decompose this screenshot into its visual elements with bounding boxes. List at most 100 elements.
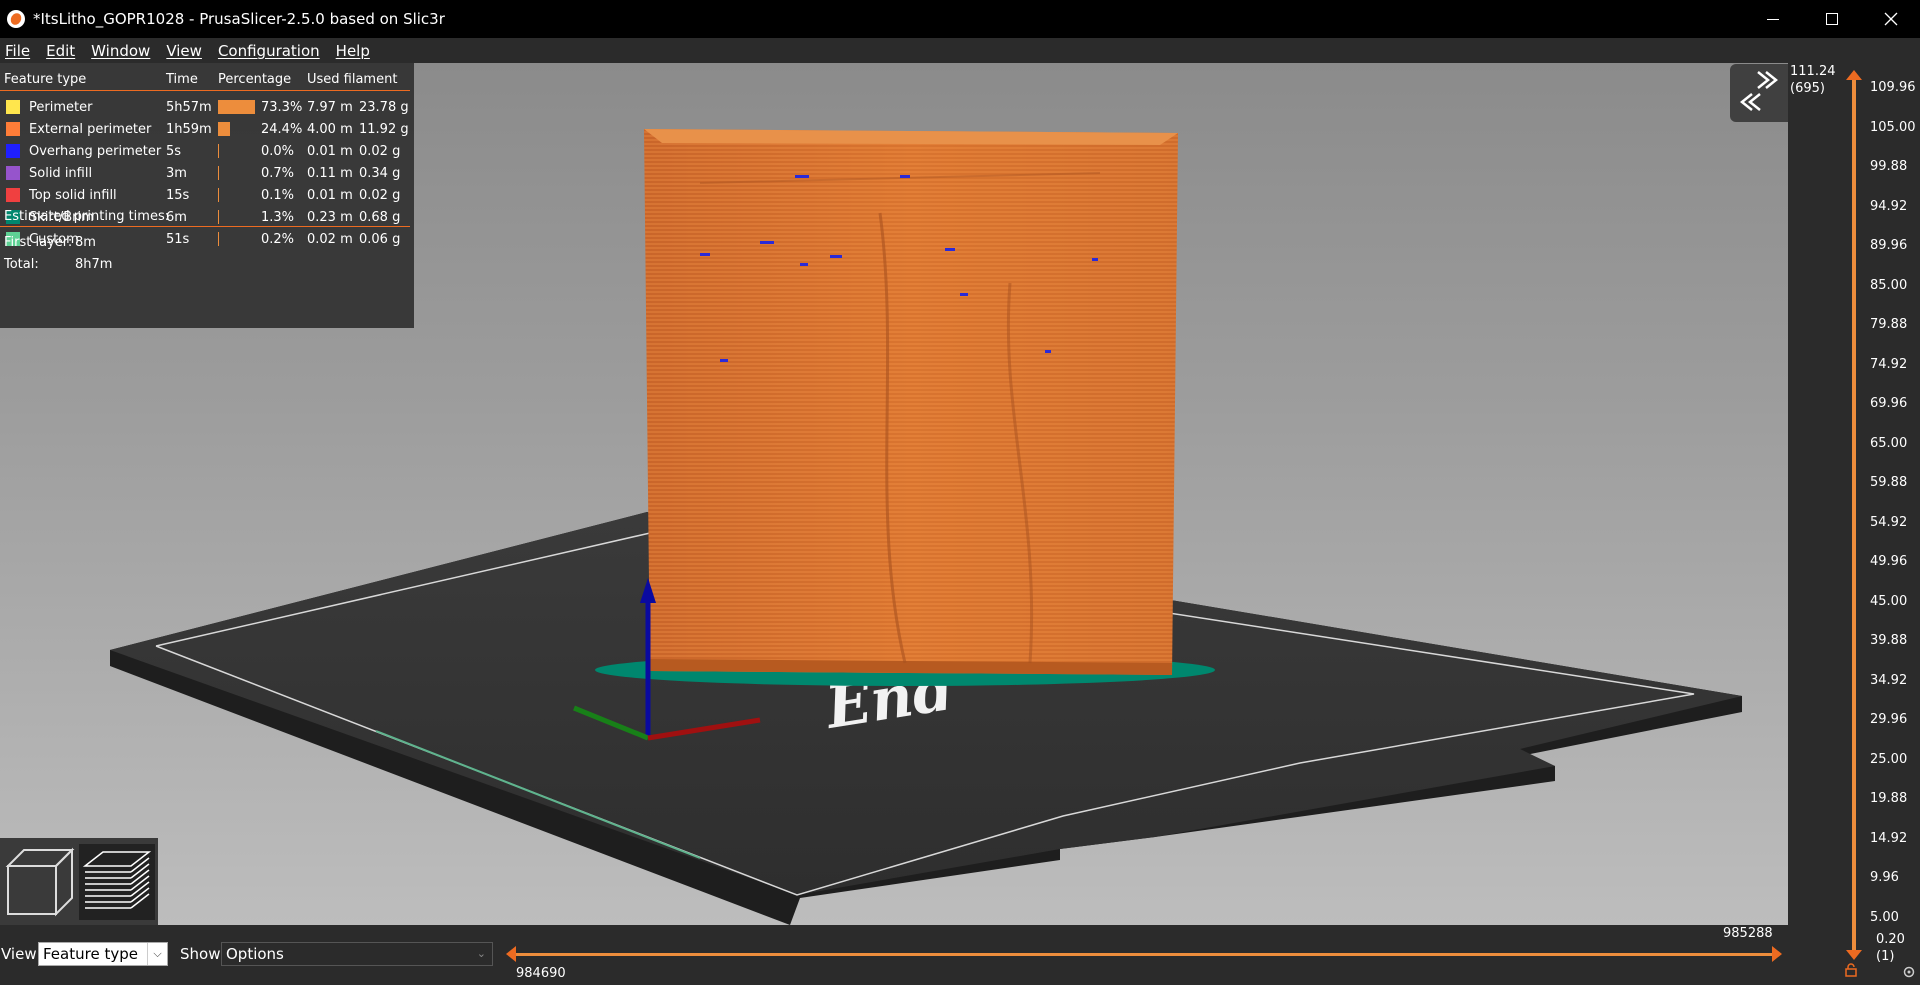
show-options-select[interactable]: Options ⌄ bbox=[221, 942, 493, 966]
legend-swatch bbox=[6, 122, 20, 136]
window-title: *ItsLitho_GOPR1028 - PrusaSlicer-2.5.0 b… bbox=[33, 10, 445, 28]
hslider-right-value: 985288 bbox=[1723, 926, 1773, 941]
legend-row[interactable]: Solid infill 3m 0.7% 0.11 m 0.34 g bbox=[0, 164, 414, 184]
legend-time: 51s bbox=[166, 232, 190, 247]
chevron-down-icon: ⌵ bbox=[147, 943, 167, 965]
preview-button[interactable] bbox=[79, 844, 155, 920]
legend-length: 7.97 m bbox=[307, 100, 353, 115]
vslider-bottom-layer: (1) bbox=[1876, 949, 1895, 964]
legend-swatch bbox=[6, 166, 20, 180]
minimize-icon bbox=[1767, 18, 1779, 20]
maximize-button[interactable] bbox=[1803, 0, 1861, 38]
menu-bar: File Edit Window View Configuration Help bbox=[0, 38, 1920, 63]
menu-view[interactable]: View bbox=[160, 42, 208, 60]
vslider-tick-label: 99.88 bbox=[1870, 159, 1908, 174]
legend-percent: 1.3% bbox=[261, 210, 295, 225]
legend-time: 1h59m bbox=[166, 122, 212, 137]
legend-swatch bbox=[6, 100, 20, 114]
vslider-tick-label: 54.92 bbox=[1870, 514, 1908, 530]
vslider-tick-label: 94.92 bbox=[1870, 198, 1908, 214]
close-button[interactable] bbox=[1862, 0, 1920, 38]
cube-icon bbox=[5, 847, 75, 917]
legend-header-feature-type: Feature type bbox=[4, 72, 87, 87]
legend-weight: 0.34 g bbox=[359, 166, 401, 181]
vslider-tick-label: 85.00 bbox=[1870, 277, 1908, 293]
vslider-tick-label: 45.00 bbox=[1870, 593, 1908, 609]
legend-weight: 0.02 g bbox=[359, 188, 401, 203]
vslider-bottom-label: 0.20 (1) bbox=[1876, 931, 1905, 965]
legend-length: 0.01 m bbox=[307, 188, 353, 203]
vslider-top-label: 111.24 (695) bbox=[1790, 63, 1836, 97]
show-options-value: Options bbox=[226, 945, 284, 963]
legend-percent: 0.7% bbox=[261, 166, 295, 181]
legend-feature-name: Solid infill bbox=[29, 166, 93, 181]
legend-row[interactable]: Perimeter 5h57m 73.3% 7.97 m 23.78 g bbox=[0, 98, 414, 118]
3d-view-button[interactable] bbox=[4, 844, 76, 920]
legend-row[interactable]: Top solid infill 15s 0.1% 0.01 m 0.02 g bbox=[0, 186, 414, 206]
vslider-bottom-thumb[interactable] bbox=[1846, 950, 1862, 960]
legend-percent-bar bbox=[218, 122, 230, 136]
legend-length: 0.02 m bbox=[307, 232, 353, 247]
vslider-tick-label: 14.92 bbox=[1870, 830, 1908, 846]
vslider-top-value: 111.24 bbox=[1790, 64, 1836, 79]
total-value: 8h7m bbox=[75, 257, 113, 272]
chevron-down-icon: ⌄ bbox=[476, 947, 486, 960]
view-label: View bbox=[1, 945, 37, 963]
legend-weight: 0.06 g bbox=[359, 232, 401, 247]
legend-feature-name: Top solid infill bbox=[29, 188, 117, 203]
title-bar: *ItsLitho_GOPR1028 - PrusaSlicer-2.5.0 b… bbox=[0, 0, 1920, 38]
lock-icon[interactable] bbox=[1844, 963, 1858, 977]
collapse-sidebar-button[interactable] bbox=[1730, 64, 1788, 122]
legend-percent: 0.2% bbox=[261, 232, 295, 247]
legend-row[interactable]: Overhang perimeter 5s 0.0% 0.01 m 0.02 g bbox=[0, 142, 414, 162]
legend-length: 0.11 m bbox=[307, 166, 353, 181]
legend-feature-name: External perimeter bbox=[29, 122, 152, 137]
menu-configuration[interactable]: Configuration bbox=[212, 42, 326, 60]
legend-percent-bar bbox=[218, 188, 219, 202]
hslider-right-thumb[interactable] bbox=[1772, 946, 1782, 962]
legend-percent: 0.0% bbox=[261, 144, 295, 159]
prusa-logo-icon bbox=[7, 10, 25, 28]
collapse-sidebar-icon bbox=[1739, 71, 1779, 111]
menu-edit[interactable]: Edit bbox=[40, 42, 81, 60]
menu-help[interactable]: Help bbox=[330, 42, 376, 60]
legend-feature-name: Overhang perimeter bbox=[29, 144, 162, 159]
legend-percent-bar bbox=[218, 144, 219, 158]
vslider-tick-label: 34.92 bbox=[1870, 672, 1908, 688]
legend-weight: 0.68 g bbox=[359, 210, 401, 225]
vslider-bottom-value: 0.20 bbox=[1876, 932, 1905, 947]
cog-icon[interactable] bbox=[1902, 965, 1916, 979]
layers-icon bbox=[82, 851, 152, 909]
hslider-left-value: 984690 bbox=[516, 966, 566, 981]
vslider-tick-label: 49.96 bbox=[1870, 554, 1908, 569]
legend-header-time: Time bbox=[166, 72, 198, 87]
vslider-tick-label: 9.96 bbox=[1870, 870, 1899, 885]
vslider-top-thumb[interactable] bbox=[1846, 70, 1862, 80]
legend-weight: 0.02 g bbox=[359, 144, 401, 159]
vslider-tick-label: 74.92 bbox=[1870, 356, 1908, 372]
view-mode-toolbar bbox=[0, 838, 158, 925]
menu-file[interactable]: File bbox=[0, 42, 36, 60]
hslider-left-thumb[interactable] bbox=[506, 946, 516, 962]
legend-percent-bar bbox=[218, 232, 219, 246]
show-label: Show bbox=[180, 945, 221, 963]
vslider-tick-label: 105.00 bbox=[1870, 119, 1916, 135]
menu-window[interactable]: Window bbox=[85, 42, 156, 60]
legend-length: 0.23 m bbox=[307, 210, 353, 225]
vslider-tick-label: 59.88 bbox=[1870, 475, 1908, 490]
legend-weight: 11.92 g bbox=[359, 122, 409, 137]
legend-row[interactable]: External perimeter 1h59m 24.4% 4.00 m 11.92 … bbox=[0, 120, 414, 140]
vslider-tick-label: 39.88 bbox=[1870, 633, 1908, 648]
view-type-select[interactable]: Feature type ⌵ bbox=[38, 942, 168, 966]
legend-time: 6m bbox=[166, 210, 187, 225]
minimize-button[interactable] bbox=[1744, 0, 1802, 38]
horizontal-move-slider[interactable] bbox=[510, 953, 1778, 956]
legend-percent: 73.3% bbox=[261, 100, 303, 115]
vslider-tick-label: 19.88 bbox=[1870, 791, 1908, 806]
legend-time: 15s bbox=[166, 188, 190, 203]
maximize-icon bbox=[1826, 13, 1838, 25]
vertical-layer-slider[interactable] bbox=[1852, 78, 1856, 954]
first-layer-value: 8m bbox=[75, 235, 96, 250]
legend-swatch bbox=[6, 144, 20, 158]
legend-weight: 23.78 g bbox=[359, 100, 409, 115]
